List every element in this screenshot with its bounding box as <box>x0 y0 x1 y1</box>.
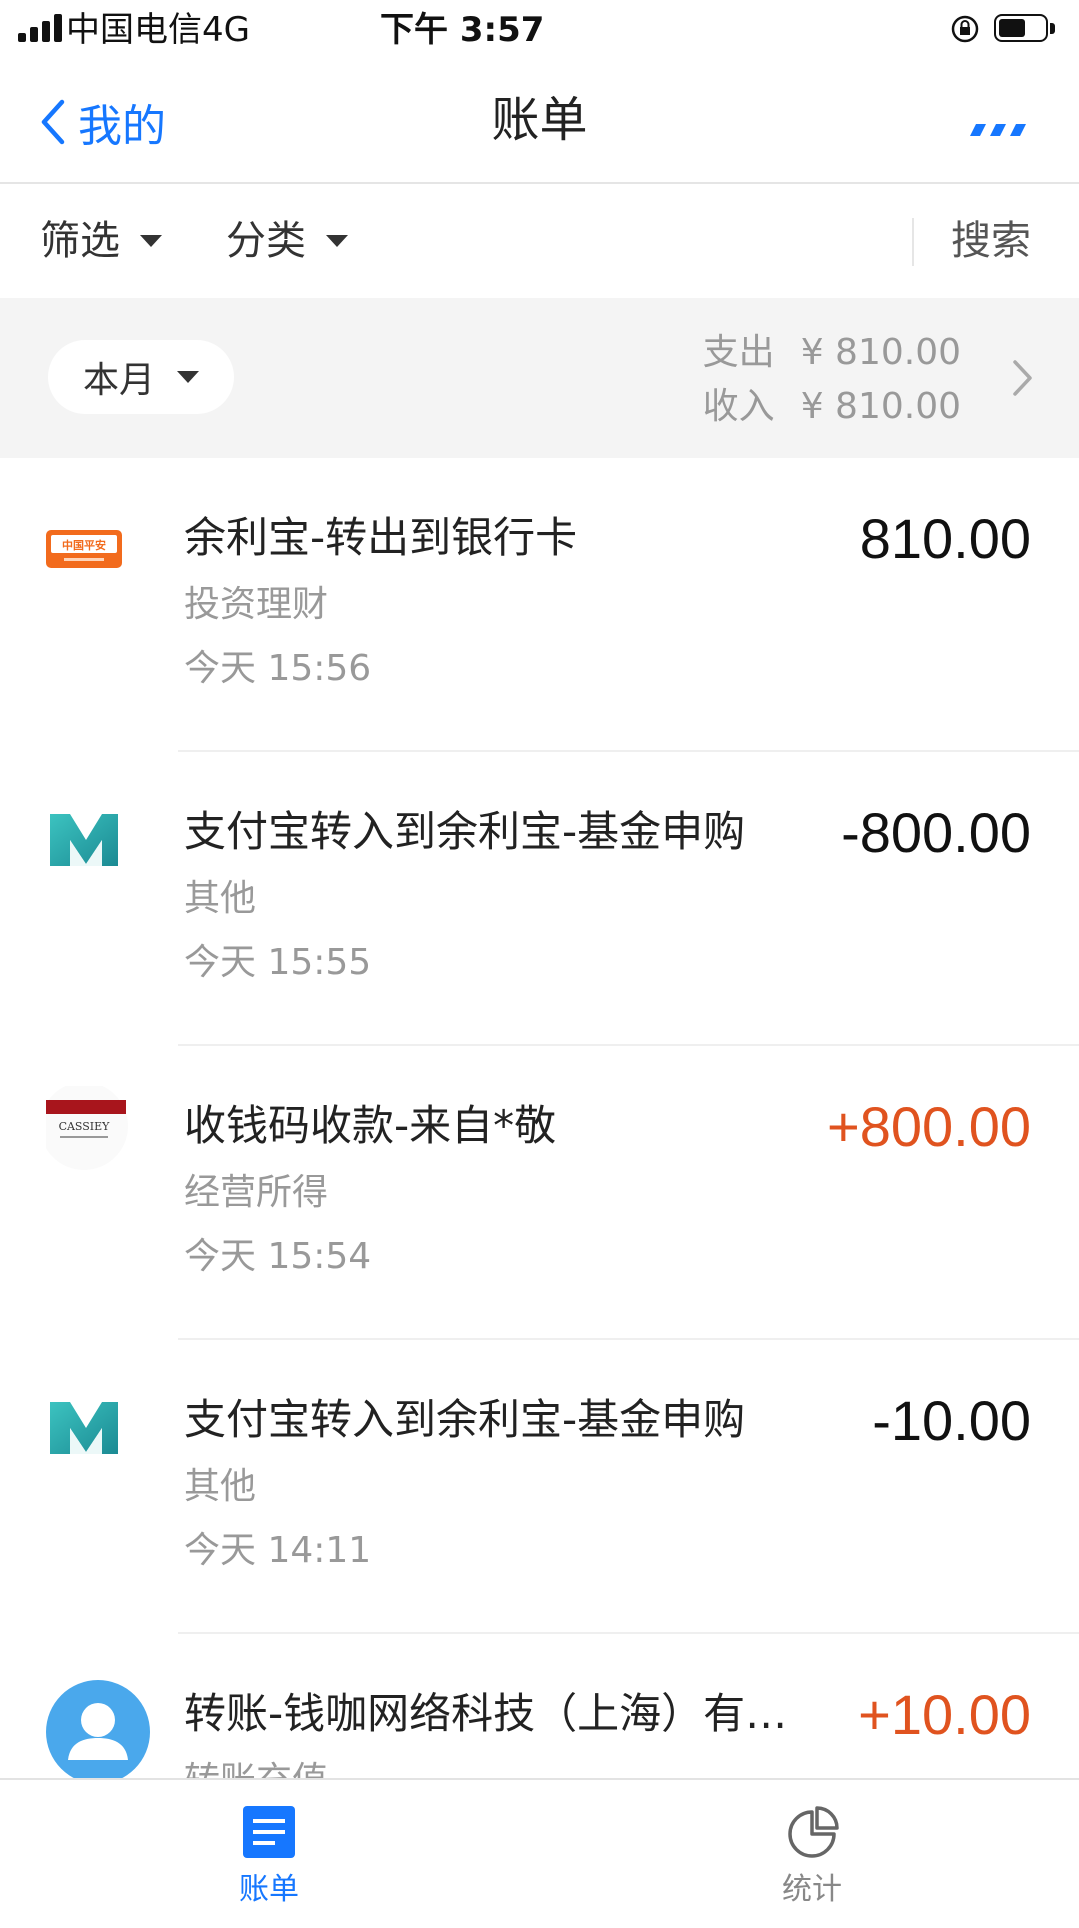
search-button[interactable]: 搜索 <box>951 214 1031 268</box>
divider <box>912 218 914 266</box>
cassiey-logo: CASSIEY <box>46 1086 128 1170</box>
page-title: 账单 <box>491 92 588 148</box>
category-dropdown[interactable]: 分类 <box>226 214 348 268</box>
more-options-icon[interactable] <box>968 116 1028 140</box>
pie-chart-icon <box>788 1806 839 1858</box>
transaction-amount: +800.00 <box>827 1095 1031 1158</box>
transaction-category: 其他 <box>184 878 257 919</box>
transaction-time: 今天 15:56 <box>184 648 372 689</box>
transaction-category: 经营所得 <box>184 1172 329 1213</box>
transaction-title: 转账-钱咖网络科技（上海）有… <box>184 1689 788 1738</box>
cassiey-logo-text: CASSIEY <box>59 1120 111 1133</box>
transaction-category: 其他 <box>184 1466 257 1507</box>
caret-down-icon <box>177 371 199 383</box>
transaction-title: 支付宝转入到余利宝-基金申购 <box>184 1395 746 1444</box>
caret-down-icon <box>326 235 348 247</box>
category-label: 分类 <box>226 218 306 264</box>
income-label: 收入 <box>702 386 775 427</box>
expense-summary: 支出 ¥ 810.00 <box>703 326 961 380</box>
bill-list-icon <box>243 1806 295 1858</box>
battery-icon <box>994 14 1056 44</box>
transaction-title: 余利宝-转出到银行卡 <box>184 513 578 562</box>
tab-bill-label: 账单 <box>239 1872 299 1907</box>
month-summary-bar: 本月 支出 ¥ 810.00 收入 ¥ 810.00 <box>0 298 1079 458</box>
expense-amount: ¥ 810.00 <box>800 332 961 373</box>
transaction-amount: +10.00 <box>858 1683 1031 1746</box>
status-bar: 中国电信 4G 下午 3:57 <box>0 0 1079 60</box>
transaction-row[interactable]: 中国平安 余利宝-转出到银行卡 投资理财 今天 15:56 810.00 <box>0 458 1079 752</box>
filter-dropdown[interactable]: 筛选 <box>40 214 162 268</box>
ping-an-logo-text: 中国平安 <box>62 538 106 552</box>
transaction-amount: -800.00 <box>841 801 1031 864</box>
mybank-logo <box>50 1402 118 1454</box>
user-avatar-icon <box>46 1680 150 1784</box>
navigation-bar: 我的 账单 <box>0 60 1079 184</box>
carrier-name: 中国电信 <box>66 10 202 50</box>
chevron-right-icon[interactable] <box>1011 356 1035 400</box>
income-summary: 收入 ¥ 810.00 <box>703 380 961 434</box>
transaction-amount: -10.00 <box>872 1389 1031 1452</box>
expense-label: 支出 <box>702 332 775 373</box>
transaction-category: 投资理财 <box>184 584 329 625</box>
bottom-tab-bar: 账单 统计 <box>0 1778 1079 1920</box>
network-type: 4G <box>202 10 250 50</box>
mybank-logo <box>50 814 118 866</box>
clock: 下午 3:57 <box>380 10 545 50</box>
transaction-row[interactable]: 支付宝转入到余利宝-基金申购 其他 今天 15:55 -800.00 <box>0 752 1079 1046</box>
filter-label: 筛选 <box>40 218 120 264</box>
transaction-title: 支付宝转入到余利宝-基金申购 <box>184 807 746 856</box>
tab-statistics[interactable]: 统计 <box>732 1804 892 1910</box>
tab-bill[interactable]: 账单 <box>189 1804 349 1910</box>
transaction-row[interactable]: 支付宝转入到余利宝-基金申购 其他 今天 14:11 -10.00 <box>0 1340 1079 1634</box>
income-amount: ¥ 810.00 <box>800 386 961 427</box>
transaction-time: 今天 14:11 <box>184 1530 372 1571</box>
transaction-time: 今天 15:54 <box>184 1236 372 1277</box>
month-label: 本月 <box>82 360 155 401</box>
month-summary[interactable]: 支出 ¥ 810.00 收入 ¥ 810.00 <box>703 326 961 434</box>
transaction-amount: 810.00 <box>859 507 1031 570</box>
tab-statistics-label: 统计 <box>782 1872 842 1907</box>
transaction-title: 收钱码收款-来自*敬 <box>184 1101 557 1150</box>
ping-an-bank-logo: 中国平安 <box>46 530 122 568</box>
transaction-time: 今天 15:55 <box>184 942 372 983</box>
transaction-row[interactable]: CASSIEY 收钱码收款-来自*敬 经营所得 今天 15:54 +800.00 <box>0 1046 1079 1340</box>
rotation-lock-icon <box>951 15 979 43</box>
signal-strength-icon <box>18 14 70 42</box>
filter-bar: 筛选 分类 搜索 <box>0 184 1079 298</box>
caret-down-icon <box>140 235 162 247</box>
month-selector[interactable]: 本月 <box>48 340 234 414</box>
